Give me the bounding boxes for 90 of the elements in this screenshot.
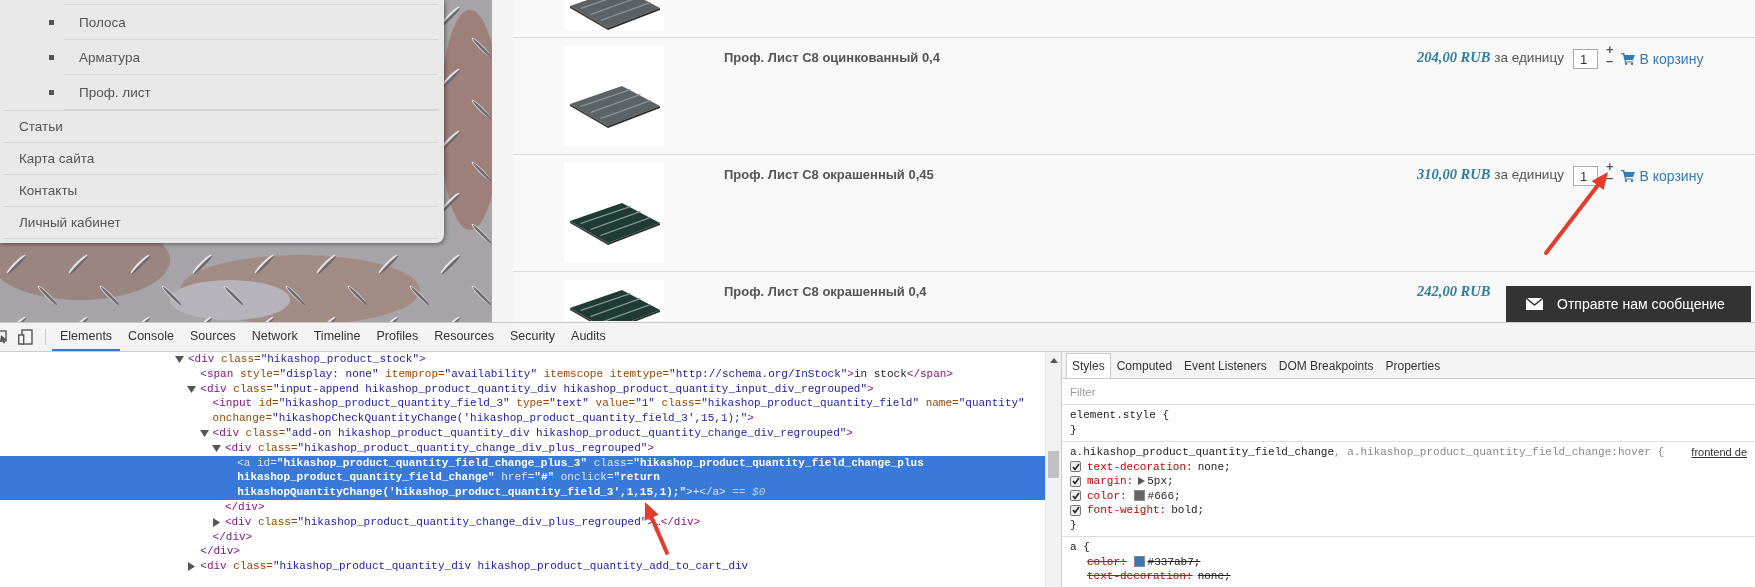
css-selector: , a.hikashop_product_quantity_field_change:hover {	[1334, 445, 1665, 460]
css-selector: a.hikashop_product_quantity_field_change	[1070, 445, 1335, 460]
dom-row[interactable]: </div>	[0, 499, 1045, 515]
dom-row[interactable]: <div class="hikashop_product_stock">	[0, 352, 1045, 367]
expand-triangle-icon[interactable]	[187, 562, 197, 572]
price: 204,00 RUB	[1417, 49, 1491, 66]
dom-row[interactable]: </div>	[0, 529, 1045, 545]
submenu-item[interactable]: Полоса	[64, 5, 438, 40]
menu-item[interactable]: Карта сайта	[4, 142, 438, 174]
checkbox[interactable]	[1070, 461, 1081, 473]
dom-row[interactable]: <div class="hikashop_product_quantity_div hikashop_product_quantity_add_to_cart_div	[0, 559, 1045, 574]
source-link[interactable]: frontend de	[1671, 445, 1747, 460]
increase-button[interactable]: +	[1605, 44, 1614, 55]
dom-row[interactable]: <a id="hikashop_product_quantity_field_change_plus_3" class="hikashop_product_quantity_field_change_plus hikashop_product_quantity_field_change" href="#" onclick="return hikashopQuantityChange('hikashop_product_quantity_field_3',1,15,1);">+</a> == $0	[0, 455, 1045, 500]
checkbox[interactable]	[1070, 504, 1081, 516]
decrease-button[interactable]: –	[1605, 172, 1614, 183]
css-selector: element.style {	[1070, 408, 1170, 423]
dom-row[interactable]: </div>	[0, 544, 1045, 560]
styles-tab[interactable]: Computed	[1110, 353, 1179, 378]
css-value: #666;	[1147, 488, 1181, 503]
envelope-icon	[1526, 298, 1543, 310]
css-property: color:	[1087, 488, 1127, 503]
product-name[interactable]: Проф. Лист С8 окрашенный 0,45	[724, 167, 934, 182]
unit-label: за единицу	[1494, 167, 1564, 182]
increase-button[interactable]: +	[1605, 161, 1614, 172]
product-name[interactable]: Проф. Лист С8 оцинкованный 0,4	[724, 50, 940, 65]
device-icon[interactable]	[18, 329, 34, 345]
cart-icon	[1621, 170, 1636, 182]
css-property: text-decoration:	[1087, 569, 1193, 584]
bullet-icon	[49, 90, 54, 95]
dom-row[interactable]: <div class="input-append hikashop_product_quantity_div hikashop_product_quantity_input_div_regrouped">	[0, 381, 1045, 397]
menu-item[interactable]: Контакты	[4, 174, 438, 206]
css-value: #337ab7;	[1147, 554, 1201, 569]
bullet-icon	[49, 55, 54, 60]
dom-row[interactable]: <span style="display: none" itemprop="availability" itemscope itemtype="http://schema.org/InStock">in stock</span>	[0, 366, 1045, 382]
css-property: text-decoration:	[1087, 459, 1193, 474]
closing-brace: }	[1070, 517, 1078, 532]
scroll-thumb[interactable]	[1048, 451, 1059, 478]
devtools-tab[interactable]: Elements	[52, 323, 121, 351]
expand-triangle-icon[interactable]	[1138, 477, 1146, 486]
color-swatch[interactable]	[1133, 556, 1145, 568]
submenu-item[interactable]: Проф. лист	[64, 75, 438, 110]
add-to-cart-link[interactable]: В корзину	[1621, 168, 1704, 184]
css-value: bold;	[1171, 503, 1205, 518]
inspect-icon[interactable]	[0, 330, 8, 344]
bullet-icon	[49, 20, 54, 25]
checkbox[interactable]	[1070, 490, 1081, 502]
css-value: none;	[1197, 569, 1231, 584]
devtools-tab[interactable]: Network	[243, 323, 306, 351]
devtools-tab[interactable]: Console	[120, 323, 182, 351]
dom-row[interactable]: <div class="hikashop_product_quantity_change_div_plus_regrouped">	[0, 440, 1045, 456]
chat-button[interactable]: Отправте нам сообщение	[1506, 286, 1751, 322]
checkbox[interactable]	[1070, 475, 1081, 487]
expand-triangle-icon[interactable]	[211, 517, 221, 527]
quantity-field[interactable]: 1	[1572, 49, 1598, 69]
scroll-up-icon[interactable]	[1049, 358, 1058, 363]
devtools-tab[interactable]: Profiles	[368, 323, 427, 351]
price: 310,00 RUB	[1417, 166, 1491, 183]
collapse-triangle-icon[interactable]	[175, 355, 184, 364]
devtools-tab[interactable]: Timeline	[305, 323, 369, 351]
devtools-tab[interactable]: Audits	[563, 323, 614, 351]
closing-brace: }	[1070, 422, 1078, 437]
quantity-field[interactable]: 1	[1572, 166, 1598, 186]
styles-tab[interactable]: Styles	[1066, 353, 1111, 378]
color-swatch[interactable]	[1133, 490, 1145, 502]
css-property: color:	[1087, 554, 1127, 569]
submenu-item[interactable]: Арматура	[64, 40, 438, 75]
scrollbar[interactable]	[1045, 352, 1061, 587]
styles-tab[interactable]: DOM Breakpoints	[1272, 353, 1380, 378]
css-property: margin:	[1087, 474, 1134, 489]
price: 242,00 RUB	[1417, 283, 1491, 300]
css-value: 5px;	[1147, 474, 1174, 489]
cart-icon	[1621, 53, 1636, 65]
devtools-tab[interactable]: Sources	[182, 323, 244, 351]
unit-label: за единицу	[1494, 50, 1564, 65]
css-property: font-weight:	[1087, 503, 1167, 518]
devtools-tab[interactable]: Resources	[426, 323, 502, 351]
collapse-triangle-icon[interactable]	[187, 384, 197, 394]
product-name[interactable]: Проф. Лист С8 окрашенный 0,4	[724, 284, 927, 299]
dom-row[interactable]: <div class="add-on hikashop_product_quantity_div hikashop_product_quantity_change_div_regrouped">	[0, 426, 1045, 441]
styles-tab[interactable]: Event Listeners	[1178, 353, 1273, 378]
css-value: none;	[1197, 459, 1231, 474]
styles-tab[interactable]: Properties	[1379, 353, 1447, 378]
dom-row[interactable]: <input id="hikashop_product_quantity_field_3" type="text" value="1" class="hikashop_product_quantity_field" name="quantity" onchange="hikashopCheckQuantityChange('hikashop_product_quantity_field_3',15,1);">	[0, 396, 1045, 426]
menu-item[interactable]: Личный кабинет	[4, 206, 438, 239]
css-selector: a {	[1070, 540, 1090, 555]
decrease-button[interactable]: –	[1605, 55, 1614, 66]
add-to-cart-link[interactable]: В корзину	[1621, 51, 1704, 67]
devtools-tab[interactable]: Security	[501, 323, 564, 351]
menu-item[interactable]: Статьи	[4, 110, 438, 142]
